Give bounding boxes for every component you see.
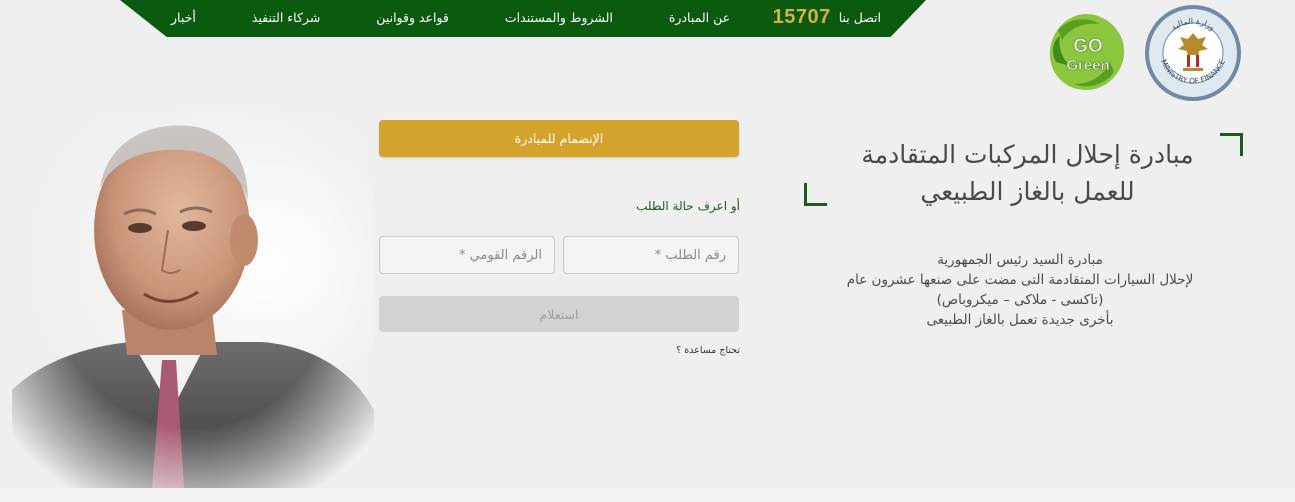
request-number-input[interactable] bbox=[563, 236, 739, 274]
nav-item-news[interactable]: أخبار bbox=[165, 10, 202, 25]
description-line: (تاكسى - ملاكى – ميكروباص) bbox=[936, 292, 1104, 308]
inquire-button[interactable]: استعلام bbox=[379, 296, 739, 332]
check-request-status-link[interactable]: أو اعرف حالة الطلب bbox=[580, 199, 740, 213]
nav-item-terms[interactable]: الشروط والمستندات bbox=[499, 10, 619, 25]
go-green-text-go: GO bbox=[1073, 36, 1103, 57]
bottom-strip bbox=[0, 488, 1295, 502]
join-initiative-button[interactable]: الإنضمام للمبادرة bbox=[379, 120, 739, 157]
contact-label[interactable]: اتصل بنا bbox=[839, 10, 881, 25]
initiative-description: مبادرة السيد رئيس الجمهورية لإحلال السيا… bbox=[800, 250, 1240, 330]
go-green-logo[interactable]: GO Green bbox=[1044, 10, 1128, 94]
national-id-input[interactable] bbox=[379, 236, 555, 274]
ministry-of-finance-logo[interactable]: MINISTRY OF FINANCE وزارة المالية bbox=[1143, 3, 1243, 103]
nav-item-about[interactable]: عن المبادرة bbox=[663, 10, 736, 25]
nav-item-rules[interactable]: قواعد وقوانين bbox=[370, 10, 455, 25]
description-line: مبادرة السيد رئيس الجمهورية bbox=[937, 252, 1103, 268]
portrait-illustration bbox=[12, 110, 374, 488]
nav-item-partners[interactable]: شركاء التنفيذ bbox=[246, 10, 326, 25]
nav-links: عن المبادرة الشروط والمستندات قواعد وقوا… bbox=[165, 10, 736, 25]
contact-hotline[interactable]: اتصل بنا 15707 bbox=[773, 6, 881, 29]
title-line-1: مبادرة إحلال المركبات المتقادمة bbox=[861, 140, 1194, 169]
title-line-2: للعمل بالغاز الطبيعي bbox=[920, 177, 1135, 206]
description-line: لإحلال السيارات المتقادمة التى مضت على ص… bbox=[846, 272, 1194, 288]
need-help-link[interactable]: تحتاج مساعدة ؟ bbox=[640, 345, 740, 356]
go-green-text-green: Green bbox=[1066, 57, 1109, 74]
president-portrait bbox=[12, 110, 374, 488]
top-nav: عن المبادرة الشروط والمستندات قواعد وقوا… bbox=[165, 0, 881, 34]
description-line: بأخرى جديدة تعمل بالغاز الطبيعى bbox=[926, 312, 1114, 328]
page-title: مبادرة إحلال المركبات المتقادمة للعمل با… bbox=[830, 136, 1225, 210]
hotline-number[interactable]: 15707 bbox=[773, 6, 831, 29]
corner-bracket-bottom-left bbox=[804, 183, 827, 206]
